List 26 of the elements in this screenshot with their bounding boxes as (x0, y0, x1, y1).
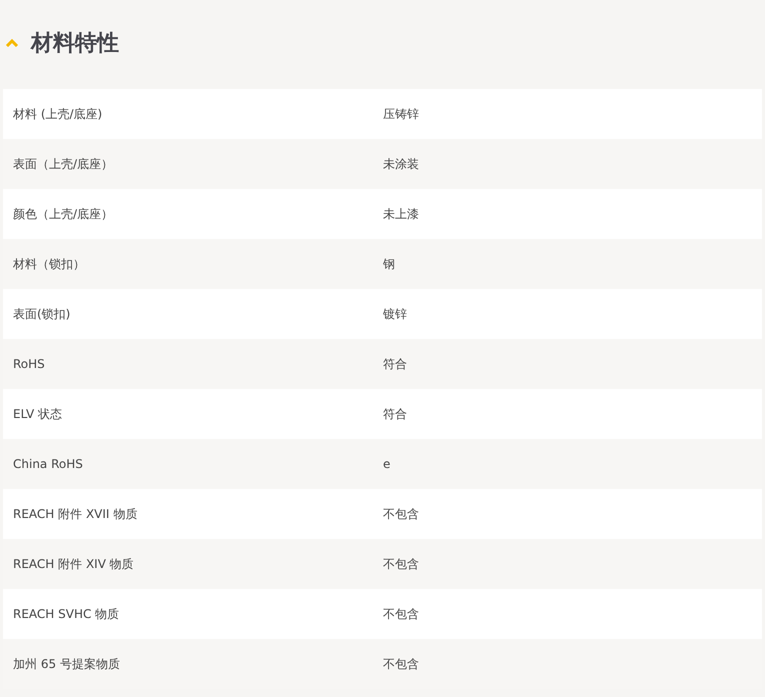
property-label: RoHS (12, 357, 46, 371)
property-value: e (383, 457, 390, 471)
property-value: 未上漆 (383, 206, 419, 222)
property-label: 加州 65 号提案物质 (12, 656, 121, 672)
chevron-icon[interactable] (5, 38, 19, 47)
property-label: REACH 附件 XIV 物质 (12, 556, 135, 572)
property-value: 不包含 (383, 606, 419, 622)
property-value: 钢 (383, 256, 395, 272)
property-label: ELV 状态 (12, 406, 63, 422)
property-label: 材料 (上壳/底座) (12, 106, 104, 122)
property-label: 表面（上壳/底座） (12, 156, 114, 172)
property-value: 压铸锌 (383, 106, 419, 122)
property-value: 未涂装 (383, 156, 419, 172)
property-label: REACH SVHC 物质 (12, 606, 120, 622)
property-label: China RoHS (12, 457, 84, 471)
property-label: 表面(锁扣) (12, 306, 72, 322)
property-value: 镀锌 (383, 306, 407, 322)
property-value: 不包含 (383, 656, 419, 672)
property-label: REACH 附件 XVII 物质 (12, 506, 138, 522)
property-value: 不包含 (383, 506, 419, 522)
property-value: 不包含 (383, 556, 419, 572)
property-label: 颜色（上壳/底座） (12, 206, 114, 222)
property-value: 符合 (383, 406, 407, 422)
property-label: 材料（锁扣） (12, 256, 86, 272)
section-title: 材料特性 (31, 30, 119, 58)
property-value: 符合 (383, 356, 407, 372)
